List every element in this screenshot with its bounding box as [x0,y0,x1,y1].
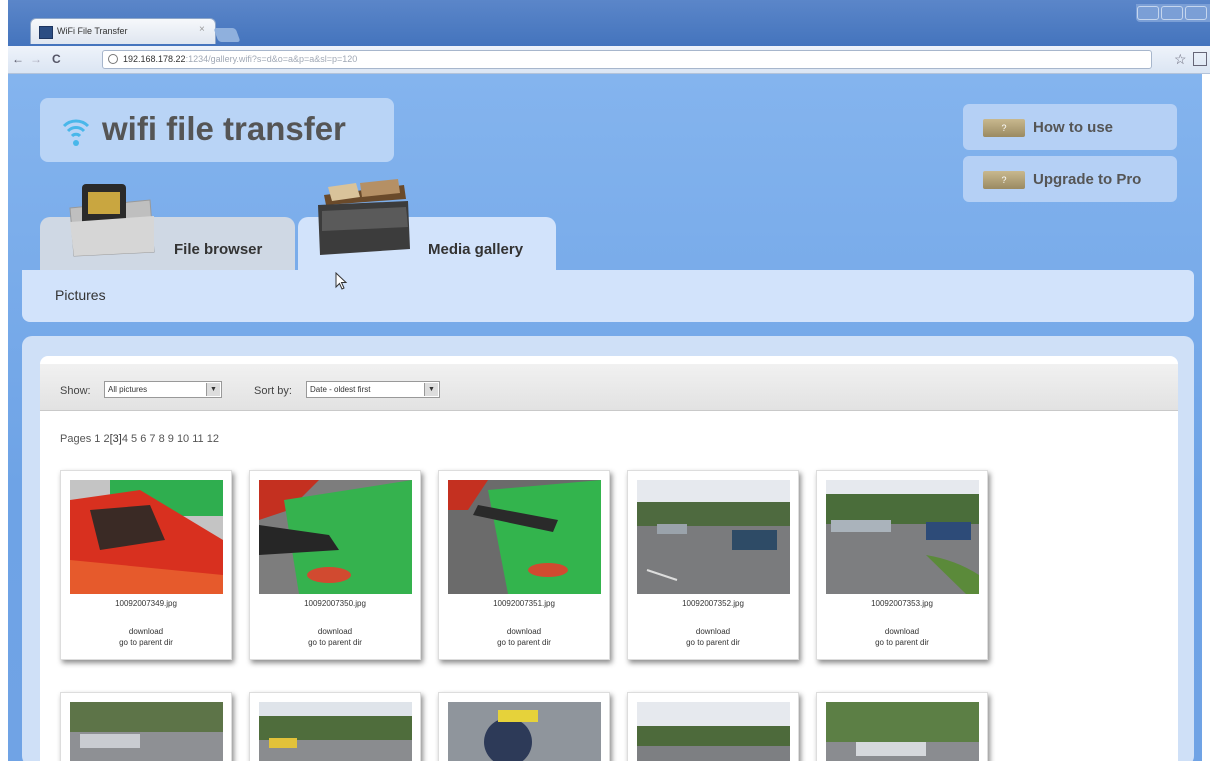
upgrade-to-pro-label: Upgrade to Pro [1033,171,1142,188]
pagination: Pages 1 2[3]4 5 6 7 8 9 10 11 12 [60,433,219,445]
photo-thumbnail[interactable] [826,702,979,761]
subnav-pictures[interactable]: Pictures [55,287,106,303]
photo-thumbnail[interactable] [637,702,790,761]
browser-tab[interactable]: WiFi File Transfer × [30,18,216,44]
gallery-content: Show: All pictures ▼ Sort by: Date - old… [40,356,1178,761]
page-link[interactable]: 9 [168,433,174,445]
photo-filename: 10092007349.jpg [115,599,177,608]
wifi-icon [62,119,90,146]
show-select-value: All pictures [108,385,148,394]
photo-thumbnail[interactable] [70,702,223,761]
gallery-card: 10092007350.jpg download go to parent di… [249,470,421,660]
parent-dir-link[interactable]: go to parent dir [250,638,420,647]
upgrade-to-pro-button[interactable]: ? Upgrade to Pro [963,156,1177,202]
forward-icon[interactable]: → [30,52,42,66]
photo-thumbnail[interactable] [448,702,601,761]
page-link[interactable]: 12 [207,433,219,445]
photo-thumbnail[interactable] [448,480,601,594]
browser-toolbar: ← → C 192.168.178.22:1234/gallery.wifi?s… [8,46,1210,74]
download-link[interactable]: download [817,627,987,636]
bookmark-star-icon[interactable]: ☆ [1174,51,1187,68]
favicon-icon [39,26,53,39]
gallery-card [249,692,421,761]
how-to-use-button[interactable]: ? How to use [963,104,1177,150]
photo-filename: 10092007352.jpg [682,599,744,608]
download-link[interactable]: download [628,627,798,636]
page-link[interactable]: 10 [177,433,189,445]
show-select[interactable]: All pictures ▼ [104,381,222,398]
page-link[interactable]: 1 [94,433,100,445]
close-window-button[interactable] [1185,6,1207,20]
app-logo: wifi file transfer [40,98,394,162]
browser-titlebar: WiFi File Transfer × [8,0,1210,46]
pages-label: Pages [60,433,92,445]
parent-dir-link[interactable]: go to parent dir [817,638,987,647]
minimize-button[interactable] [1137,6,1159,20]
download-link[interactable]: download [250,627,420,636]
gallery-card [438,692,610,761]
page-link[interactable]: 7 [149,433,155,445]
page-info-icon [108,54,118,64]
gallery-card: 10092007353.jpg download go to parent di… [816,470,988,660]
photo-thumbnail[interactable] [259,480,412,594]
reload-icon[interactable]: C [52,52,61,66]
how-to-use-label: How to use [1033,119,1114,136]
tab-file-browser-label: File browser [174,241,263,258]
parent-dir-link[interactable]: go to parent dir [628,638,798,647]
help-icon: ? [983,119,1025,137]
chevron-down-icon: ▼ [424,383,438,396]
url-path: :1234/gallery.wifi?s=d&o=a&p=a&sl=p=120 [185,54,358,64]
new-tab-button[interactable] [213,28,241,42]
tab-title: WiFi File Transfer [57,26,128,36]
photo-thumbnail[interactable] [826,480,979,594]
photo-thumbnail[interactable] [70,480,223,594]
mouse-cursor-icon [335,272,348,290]
photo-thumbnail[interactable] [259,702,412,761]
gallery-card: 10092007351.jpg download go to parent di… [438,470,610,660]
sort-label: Sort by: [254,385,292,397]
photo-filename: 10092007353.jpg [871,599,933,608]
subnav-bar: Pictures [22,270,1194,322]
sort-select-value: Date - oldest first [310,385,371,394]
parent-dir-link[interactable]: go to parent dir [439,638,609,647]
address-bar[interactable]: 192.168.178.22:1234/gallery.wifi?s=d&o=a… [102,50,1152,69]
help-icon: ? [983,171,1025,189]
page-link[interactable]: 11 [192,433,203,445]
maximize-button[interactable] [1161,6,1183,20]
page-link[interactable]: 4 [122,433,128,445]
download-link[interactable]: download [439,627,609,636]
gallery-card [816,692,988,761]
tab-media-gallery-label: Media gallery [428,241,524,258]
window-controls [1136,4,1210,22]
photo-thumbnail[interactable] [637,480,790,594]
page-menu-icon[interactable] [1193,52,1207,66]
gallery-card: 10092007352.jpg download go to parent di… [627,470,799,660]
gallery-panel: Show: All pictures ▼ Sort by: Date - old… [22,336,1194,761]
photo-filename: 10092007351.jpg [493,599,555,608]
page-link[interactable]: 6 [140,433,146,445]
download-link[interactable]: download [61,627,231,636]
back-icon[interactable]: ← [12,52,24,66]
chevron-down-icon: ▼ [206,383,220,396]
sort-select[interactable]: Date - oldest first ▼ [306,381,440,398]
gallery-card: 10092007349.jpg download go to parent di… [60,470,232,660]
sd-card-icon [69,184,155,257]
url-host: 192.168.178.22 [123,54,186,64]
gallery-card [60,692,232,761]
gallery-card [627,692,799,761]
page-current: [3] [109,433,122,445]
parent-dir-link[interactable]: go to parent dir [61,638,231,647]
show-label: Show: [60,385,91,397]
logo-text: wifi file transfer [102,110,346,147]
photo-filename: 10092007350.jpg [304,599,366,608]
page-link[interactable]: 5 [131,433,137,445]
tab-close-icon[interactable]: × [199,24,205,35]
page-link[interactable]: 8 [159,433,165,445]
web-page: wifi file transfer ? How to use ? Upgrad… [8,74,1202,761]
filter-bar: Show: All pictures ▼ Sort by: Date - old… [40,364,1178,411]
photo-folder-icon [318,179,410,255]
browser-window: WiFi File Transfer × ← → C 192.168.178.2… [0,0,1210,761]
